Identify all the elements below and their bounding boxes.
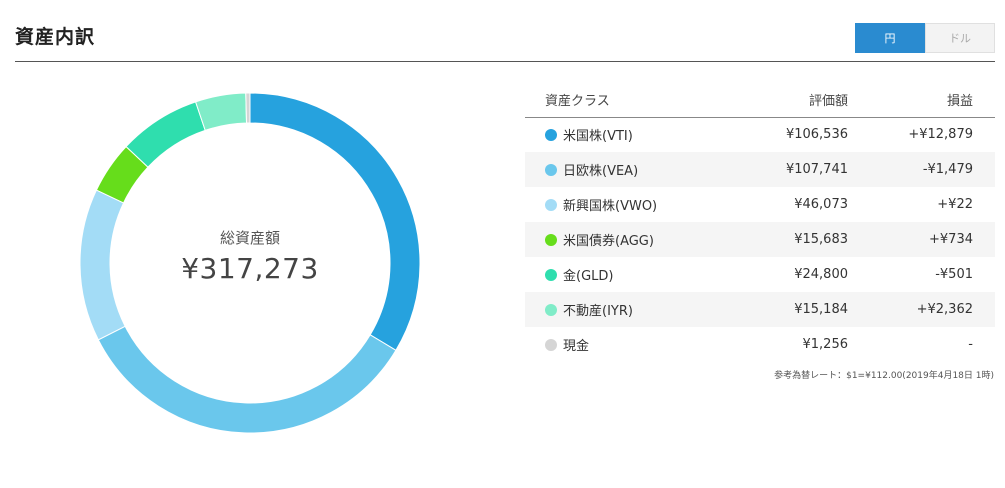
asset-class-cell: 米国株(VTI) <box>525 117 725 152</box>
asset-class-name: 米国債券(AGG) <box>563 234 654 249</box>
title-divider <box>15 61 995 62</box>
table-row: 米国債券(AGG) ¥15,683 +¥734 <box>525 222 995 257</box>
legend-dot-icon <box>545 234 557 246</box>
asset-class-name: 日欧株(VEA) <box>563 164 639 179</box>
table-header-row: 資産クラス 評価額 損益 <box>525 82 995 118</box>
gain-loss-cell: -¥501 <box>935 267 973 282</box>
legend-dot-icon <box>545 199 557 211</box>
table-row: 日欧株(VEA) ¥107,741 -¥1,479 <box>525 152 995 187</box>
asset-class-name: 米国株(VTI) <box>563 129 633 145</box>
valuation-cell: ¥1,256 <box>802 337 849 352</box>
total-assets-label: 総資産額 <box>219 229 280 247</box>
table-row: 米国株(VTI) ¥106,536 +¥12,879 <box>525 117 995 152</box>
gain-loss-cell: +¥12,879 <box>908 127 973 143</box>
asset-class-cell: 日欧株(VEA) <box>525 152 725 187</box>
asset-class-cell: 不動産(IYR) <box>525 292 725 327</box>
asset-class-cell: 金(GLD) <box>525 257 725 292</box>
asset-class-name: 金(GLD) <box>563 269 614 284</box>
table-row: 新興国株(VWO) ¥46,073 +¥22 <box>525 187 995 222</box>
valuation-cell: ¥15,184 <box>725 292 848 327</box>
yen-button[interactable]: 円 <box>855 23 925 53</box>
table-row: 現金 ¥1,256 - <box>525 327 995 362</box>
gain-loss-cell: +¥22 <box>937 197 973 212</box>
valuation-cell: ¥107,741 <box>725 152 848 187</box>
valuation-cell: ¥24,800 <box>794 267 848 282</box>
currency-toggle: 円 ドル <box>855 23 995 53</box>
exchange-rate-note: 参考為替レート：$1=¥112.00(2019年4月18日 1時) <box>774 371 994 381</box>
gain-loss-cell: -¥1,479 <box>848 152 995 187</box>
asset-class-cell: 新興国株(VWO) <box>525 187 725 222</box>
asset-donut-chart: 総資産額 ¥317,273 <box>78 91 422 435</box>
legend-dot-icon <box>545 164 557 176</box>
asset-class-name: 不動産(IYR) <box>563 304 633 319</box>
asset-class-name: 現金 <box>563 339 590 354</box>
asset-rows: 米国株(VTI) ¥106,536 +¥12,879 日欧株(VEA) ¥107,741… <box>525 117 995 362</box>
page-title: 資産内訳 <box>15 26 96 48</box>
asset-class-cell: 現金 <box>525 327 725 362</box>
valuation-cell: ¥106,536 <box>785 127 848 143</box>
dollar-button[interactable]: ドル <box>925 23 995 53</box>
header-valuation: 評価額 <box>725 82 848 118</box>
gain-loss-cell: +¥2,362 <box>848 292 995 327</box>
legend-dot-icon <box>545 129 557 142</box>
asset-class-cell: 米国債券(AGG) <box>525 222 725 257</box>
asset-class-name: 新興国株(VWO) <box>563 199 658 214</box>
header-gain-loss: 損益 <box>848 82 995 118</box>
header-asset-class: 資産クラス <box>525 82 725 118</box>
asset-table: 資産クラス 評価額 損益 米国株(VTI) ¥106,536 +¥12,879 日欧株… <box>525 82 995 362</box>
legend-dot-icon <box>545 304 557 316</box>
total-assets-value: ¥317,273 <box>181 252 319 285</box>
donut-center: 総資産額 ¥317,273 <box>78 91 422 435</box>
valuation-cell: ¥15,683 <box>725 222 848 257</box>
gain-loss-cell: +¥734 <box>848 222 995 257</box>
gain-loss-cell: - <box>968 337 973 352</box>
valuation-cell: ¥46,073 <box>794 197 848 212</box>
legend-dot-icon <box>545 269 557 281</box>
table-row: 不動産(IYR) ¥15,184 +¥2,362 <box>525 292 995 327</box>
legend-dot-icon <box>545 339 557 351</box>
table-row: 金(GLD) ¥24,800 -¥501 <box>525 257 995 292</box>
